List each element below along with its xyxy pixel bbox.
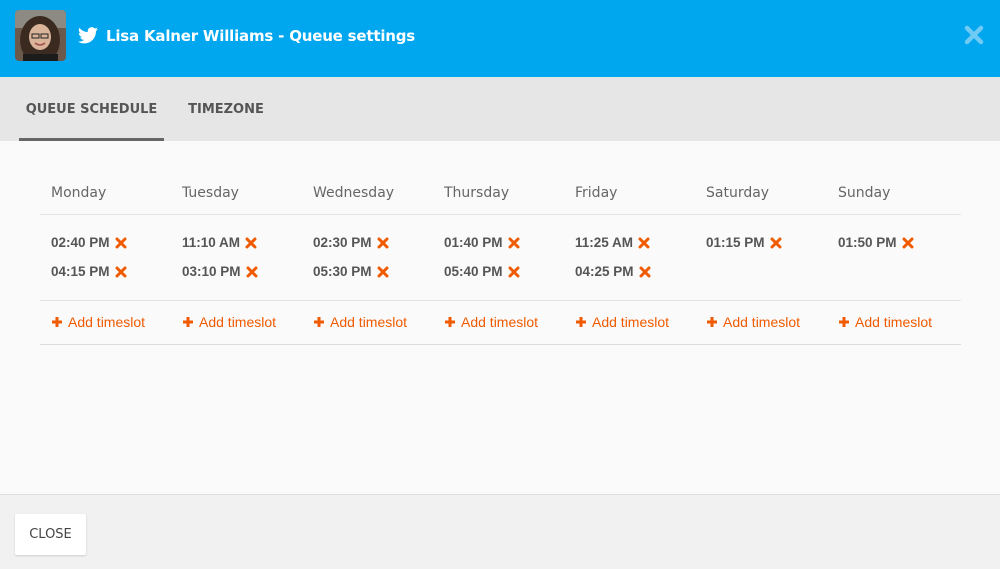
timeslot: 04:15 PM xyxy=(51,264,127,279)
remove-timeslot-icon[interactable] xyxy=(902,237,914,249)
plus-icon xyxy=(707,317,717,327)
day-name: Sunday xyxy=(838,185,891,201)
timeslot-time: 11:10 AM xyxy=(182,235,241,250)
modal-header: Lisa Kalner Williams - Queue settings xyxy=(0,0,1000,77)
day-name: Saturday xyxy=(706,185,770,201)
add-timeslot-button[interactable]: Add timeslot xyxy=(51,314,145,330)
timeslot: 11:25 AM xyxy=(575,235,650,250)
day-name: Thursday xyxy=(444,185,510,201)
timeslot: 05:40 PM xyxy=(444,264,520,279)
timeslot: 02:30 PM xyxy=(313,235,389,250)
remove-timeslot-icon[interactable] xyxy=(115,237,127,249)
timeslot: 03:10 PM xyxy=(182,264,258,279)
tab-bar: QUEUE SCHEDULE TIMEZONE xyxy=(0,77,1000,141)
divider xyxy=(40,214,961,215)
plus-icon xyxy=(445,317,455,327)
timeslot-time: 11:25 AM xyxy=(575,235,634,250)
tab-timezone[interactable]: TIMEZONE xyxy=(180,77,272,141)
plus-icon xyxy=(52,317,62,327)
add-timeslot-button[interactable]: Add timeslot xyxy=(706,314,800,330)
remove-timeslot-icon[interactable] xyxy=(639,266,651,278)
timeslot: 05:30 PM xyxy=(313,264,389,279)
add-timeslot-label: Add timeslot xyxy=(723,314,801,330)
remove-timeslot-icon[interactable] xyxy=(245,237,257,249)
twitter-bird-icon xyxy=(78,27,98,44)
add-timeslot-button[interactable]: Add timeslot xyxy=(838,314,932,330)
add-timeslot-label: Add timeslot xyxy=(592,314,670,330)
add-timeslot-button[interactable]: Add timeslot xyxy=(182,314,276,330)
timeslot-time: 04:15 PM xyxy=(51,264,110,279)
queue-settings-modal: Lisa Kalner Williams - Queue settings QU… xyxy=(0,0,1000,569)
close-button[interactable]: CLOSE xyxy=(15,514,86,555)
remove-timeslot-icon[interactable] xyxy=(638,237,650,249)
add-timeslot-button[interactable]: Add timeslot xyxy=(575,314,669,330)
remove-timeslot-icon[interactable] xyxy=(115,266,127,278)
timeslot: 11:10 AM xyxy=(182,235,257,250)
queue-schedule-panel: Monday 02:40 PM 04:15 PM Add timeslot Tu… xyxy=(0,141,1000,494)
remove-timeslot-icon[interactable] xyxy=(508,266,520,278)
timeslot-time: 01:50 PM xyxy=(838,235,897,250)
timeslot-time: 03:10 PM xyxy=(182,264,241,279)
day-name: Monday xyxy=(51,185,107,201)
modal-footer: CLOSE xyxy=(0,494,1000,569)
remove-timeslot-icon[interactable] xyxy=(246,266,258,278)
timeslot-time: 01:40 PM xyxy=(444,235,503,250)
timeslot: 02:40 PM xyxy=(51,235,127,250)
add-timeslot-label: Add timeslot xyxy=(855,314,933,330)
day-name: Tuesday xyxy=(182,185,239,201)
timeslot-time: 01:15 PM xyxy=(706,235,765,250)
remove-timeslot-icon[interactable] xyxy=(377,237,389,249)
plus-icon xyxy=(839,317,849,327)
add-timeslot-label: Add timeslot xyxy=(330,314,408,330)
timeslot-time: 02:40 PM xyxy=(51,235,110,250)
day-name: Friday xyxy=(575,185,618,201)
add-timeslot-button[interactable]: Add timeslot xyxy=(313,314,407,330)
tab-queue-schedule[interactable]: QUEUE SCHEDULE xyxy=(19,77,164,141)
modal-title: Lisa Kalner Williams - Queue settings xyxy=(106,27,415,45)
add-timeslot-label: Add timeslot xyxy=(199,314,277,330)
avatar xyxy=(15,10,66,61)
remove-timeslot-icon[interactable] xyxy=(508,237,520,249)
remove-timeslot-icon[interactable] xyxy=(377,266,389,278)
plus-icon xyxy=(576,317,586,327)
timeslot-time: 04:25 PM xyxy=(575,264,634,279)
add-timeslot-button[interactable]: Add timeslot xyxy=(444,314,538,330)
divider xyxy=(40,344,961,345)
timeslot: 01:40 PM xyxy=(444,235,520,250)
timeslot-time: 05:30 PM xyxy=(313,264,372,279)
plus-icon xyxy=(314,317,324,327)
timeslot-time: 02:30 PM xyxy=(313,235,372,250)
divider xyxy=(40,300,961,301)
timeslot-time: 05:40 PM xyxy=(444,264,503,279)
timeslot: 04:25 PM xyxy=(575,264,651,279)
close-x-icon[interactable] xyxy=(963,24,985,46)
day-name: Wednesday xyxy=(313,185,395,201)
add-timeslot-label: Add timeslot xyxy=(461,314,539,330)
timeslot: 01:15 PM xyxy=(706,235,782,250)
timeslot: 01:50 PM xyxy=(838,235,914,250)
remove-timeslot-icon[interactable] xyxy=(770,237,782,249)
add-timeslot-label: Add timeslot xyxy=(68,314,146,330)
plus-icon xyxy=(183,317,193,327)
